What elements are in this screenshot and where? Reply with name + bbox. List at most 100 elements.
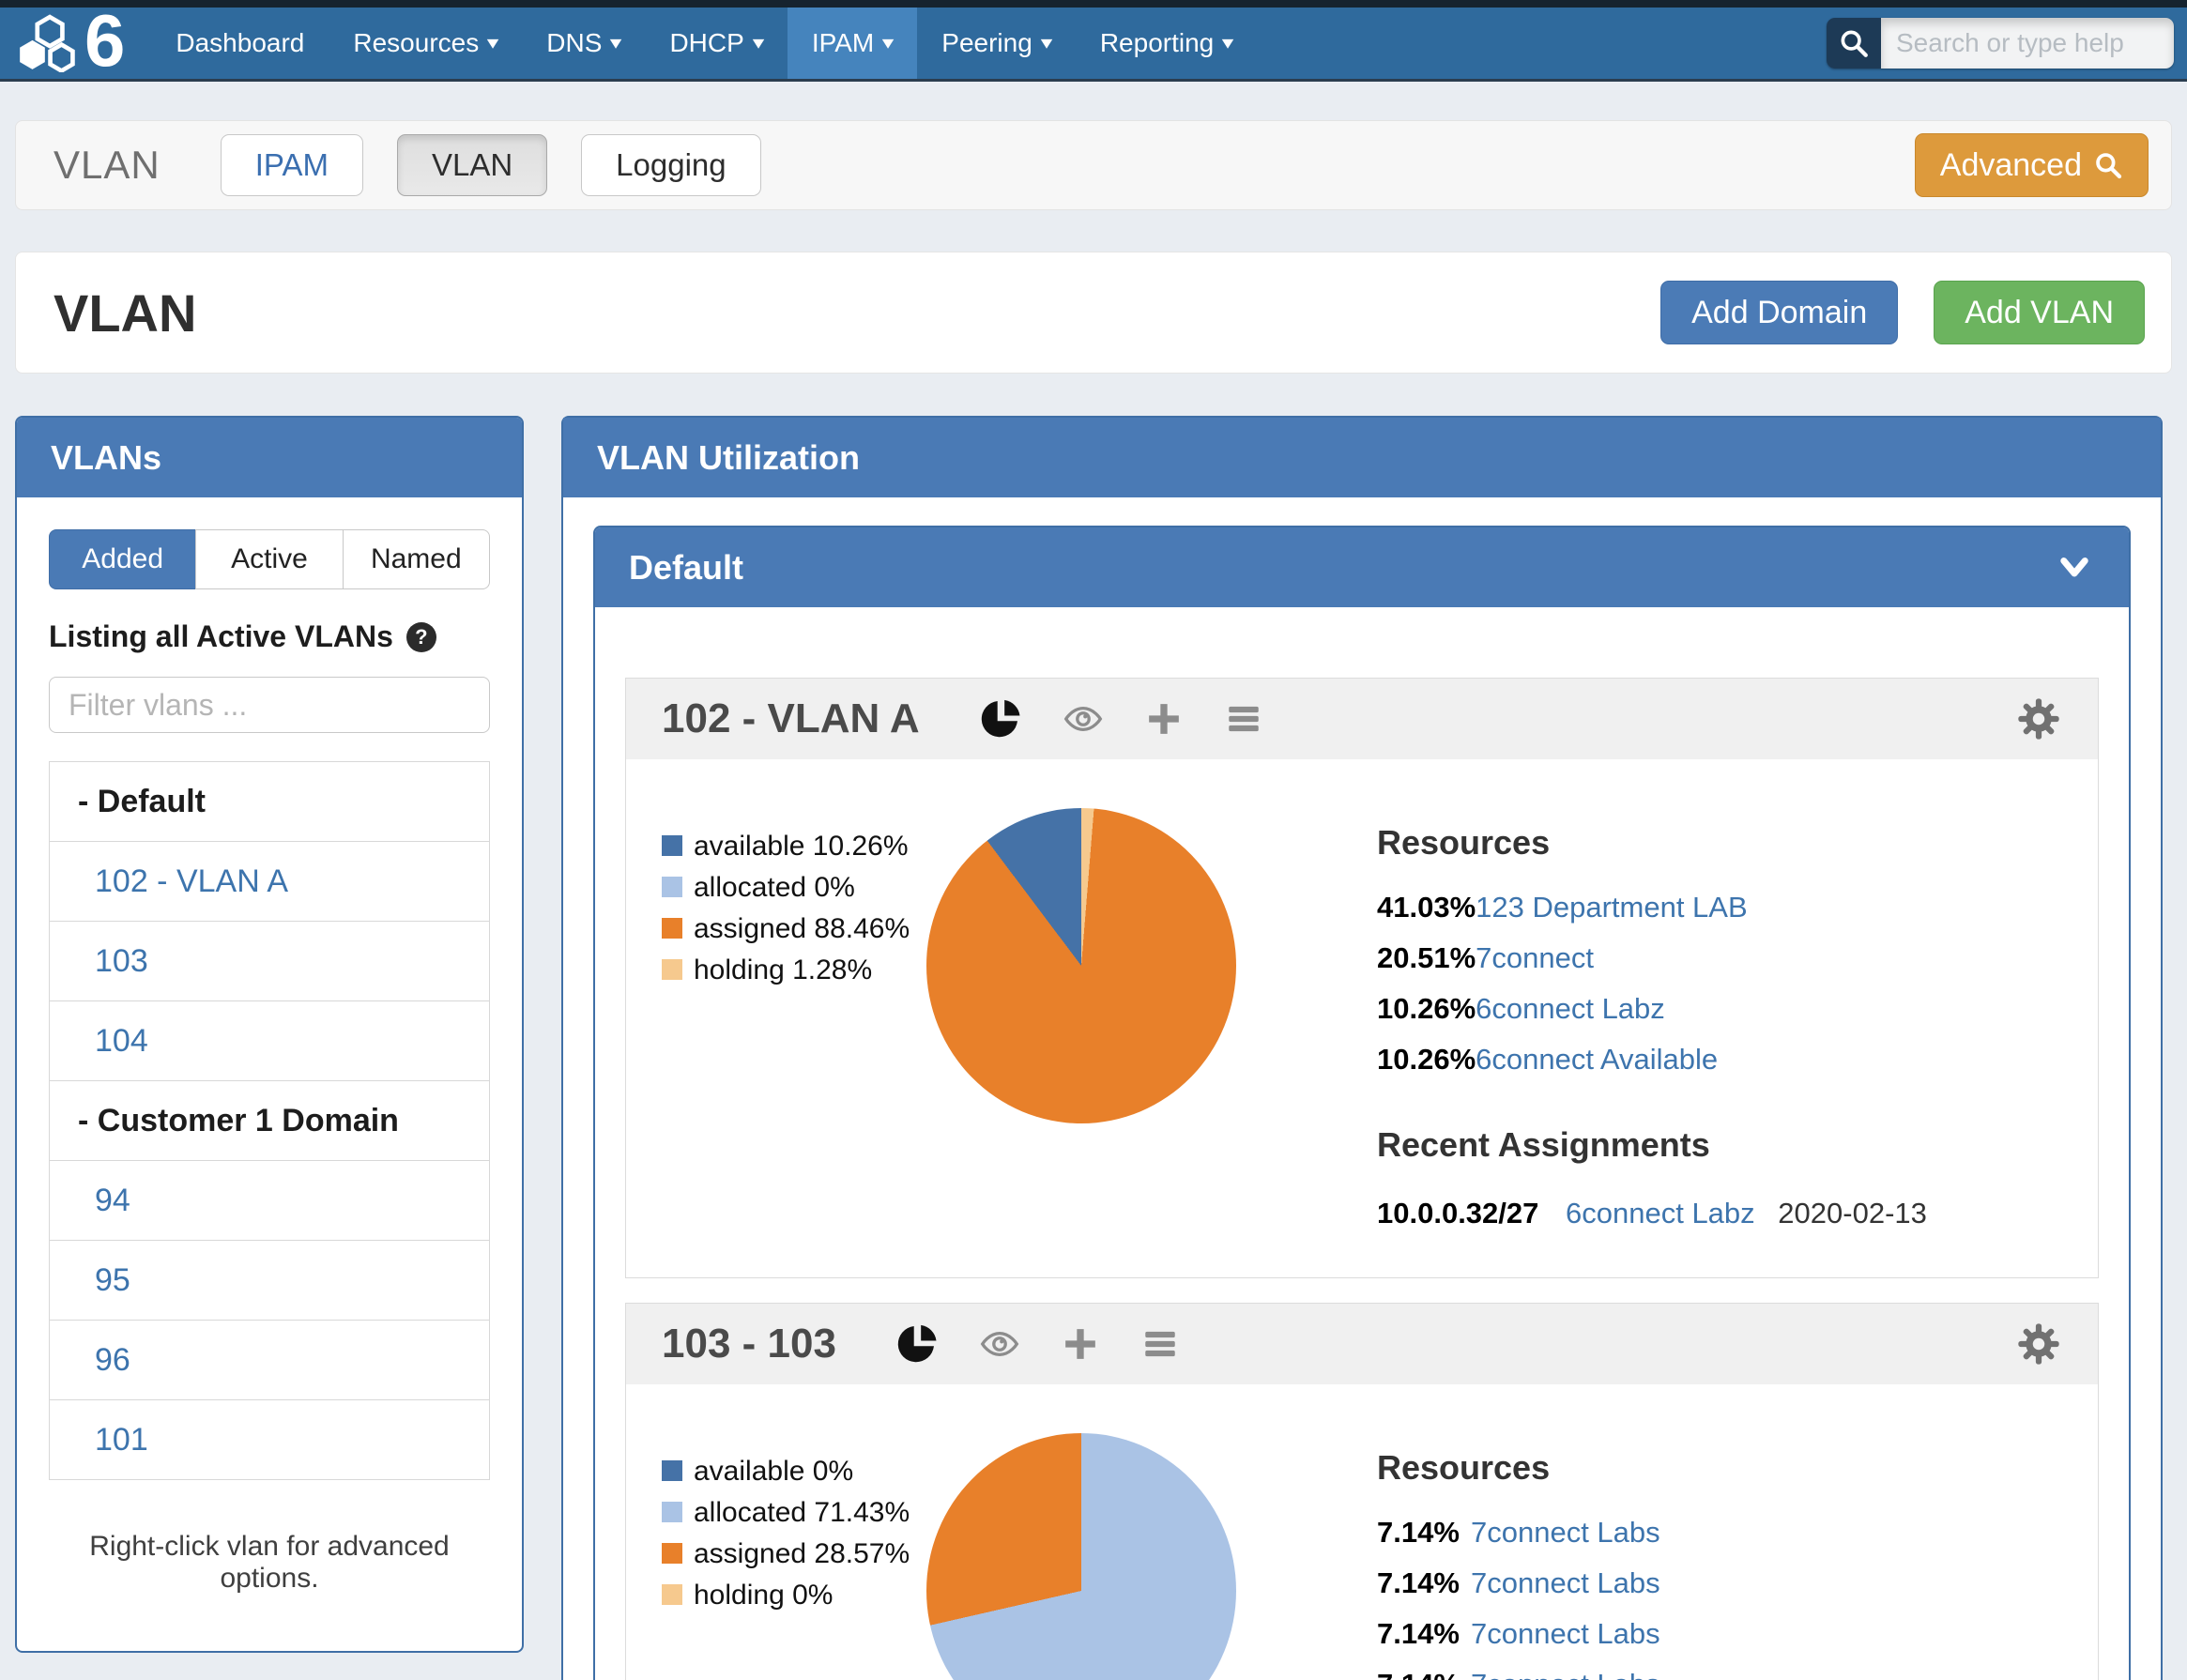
- listing-label: Listing all Active VLANs ?: [49, 619, 490, 654]
- resource-row: 10.26%6connect Available: [1377, 1043, 1927, 1077]
- eye-icon[interactable]: [1063, 698, 1104, 740]
- chevron-down-icon[interactable]: [2057, 551, 2091, 585]
- add-domain-button[interactable]: Add Domain: [1660, 281, 1898, 344]
- help-icon[interactable]: ?: [406, 622, 436, 652]
- tab-added[interactable]: Added: [49, 529, 196, 589]
- tab-named[interactable]: Named: [343, 529, 490, 589]
- resource-row: 41.03%123 Department LAB: [1377, 891, 1927, 924]
- caret-down-icon: ▾: [882, 34, 895, 53]
- nav-ipam[interactable]: IPAM ▾: [788, 8, 917, 79]
- resource-link[interactable]: 123 Department LAB: [1476, 891, 1748, 924]
- vlan-button[interactable]: VLAN: [397, 134, 547, 196]
- assignment-date: 2020-02-13: [1778, 1197, 1927, 1229]
- main-nav: Dashboard Resources ▾ DNS ▾ DHCP ▾ IPAM …: [151, 8, 1257, 79]
- resource-row: 7.14%7connect Labs: [1377, 1617, 1927, 1651]
- pie-chart-icon[interactable]: [895, 1322, 938, 1366]
- page-header-panel: VLAN Add Domain Add VLAN: [15, 252, 2172, 374]
- sidebar-hint: Right-click vlan for advanced options.: [49, 1531, 490, 1595]
- add-vlan-button[interactable]: Add VLAN: [1934, 281, 2145, 344]
- vlan-utilization-header: VLAN Utilization: [563, 418, 2161, 497]
- vlan-utilization-panel: VLAN Utilization Default 102 - VLAN A: [561, 416, 2163, 1680]
- nav-reporting[interactable]: Reporting ▾: [1076, 8, 1257, 79]
- logging-button[interactable]: Logging: [581, 134, 760, 196]
- list-item-vlan[interactable]: 101: [49, 1399, 490, 1480]
- legend-swatch: [662, 1502, 682, 1522]
- menu-bars-icon[interactable]: [1224, 699, 1263, 739]
- eye-icon[interactable]: [979, 1323, 1020, 1365]
- pie-chart-icon[interactable]: [978, 697, 1021, 741]
- menu-bars-icon[interactable]: [1140, 1324, 1180, 1364]
- resource-link[interactable]: 7connect Labs: [1471, 1516, 1660, 1549]
- gear-icon[interactable]: [2015, 1321, 2062, 1367]
- vlan-page: { "nav": { "logo": "6", "items": [ {"lab…: [0, 0, 2187, 1680]
- vlan-section-title: 103 - 103: [662, 1321, 836, 1367]
- nav-peering[interactable]: Peering ▾: [917, 8, 1076, 79]
- page-title: VLAN: [54, 283, 196, 344]
- vlan-filter-tabs: Added Active Named: [49, 529, 490, 589]
- caret-down-icon: ▾: [1222, 34, 1234, 53]
- legend-swatch: [662, 1584, 682, 1605]
- nav-dashboard[interactable]: Dashboard: [151, 8, 329, 79]
- resource-link[interactable]: 7connect Labs: [1471, 1617, 1660, 1650]
- toolbar-buttons: IPAM VLAN Logging: [221, 134, 761, 196]
- plus-icon[interactable]: [1145, 700, 1183, 738]
- nav-resources[interactable]: Resources ▾: [329, 8, 522, 79]
- caret-down-icon: ▾: [1041, 34, 1053, 53]
- domain-group-header[interactable]: Default: [595, 527, 2129, 607]
- logo-six: 6: [84, 12, 125, 69]
- assignment-link[interactable]: 6connect Labz: [1566, 1197, 1755, 1229]
- tab-active[interactable]: Active: [195, 529, 343, 589]
- legend-swatch: [662, 1543, 682, 1564]
- legend-swatch: [662, 835, 682, 856]
- caret-down-icon: ▾: [610, 34, 622, 53]
- context-label: VLAN: [54, 143, 161, 188]
- list-item-vlan[interactable]: 95: [49, 1240, 490, 1321]
- global-search: [1827, 18, 2174, 69]
- list-item-domain: - Customer 1 Domain: [49, 1080, 490, 1161]
- advanced-search-button[interactable]: Advanced: [1915, 133, 2149, 197]
- vlan-section-102-header: 102 - VLAN A: [626, 679, 2098, 759]
- plus-icon[interactable]: [1062, 1325, 1099, 1363]
- vlan-section-103: 103 - 103: [625, 1303, 2099, 1680]
- resource-link[interactable]: 7connect Labs: [1471, 1668, 1660, 1680]
- list-item-vlan[interactable]: 96: [49, 1320, 490, 1400]
- caret-down-icon: ▾: [487, 34, 499, 53]
- list-item-vlan[interactable]: 104: [49, 1000, 490, 1081]
- legend-swatch: [662, 918, 682, 939]
- vlan-section-102: 102 - VLAN A: [625, 678, 2099, 1278]
- app-logo[interactable]: 6: [0, 8, 138, 79]
- resource-link[interactable]: 6connect Available: [1476, 1043, 1718, 1076]
- resource-row: 7.14%7connect Labs: [1377, 1516, 1927, 1550]
- vlan-section-103-header: 103 - 103: [626, 1304, 2098, 1384]
- cidr-block: 10.0.0.32/27: [1377, 1197, 1538, 1229]
- ipam-button[interactable]: IPAM: [221, 134, 363, 196]
- resource-row: 20.51%7connect: [1377, 941, 1927, 975]
- nav-dns[interactable]: DNS ▾: [522, 8, 645, 79]
- resource-link[interactable]: 7connect Labs: [1471, 1566, 1660, 1599]
- filter-vlans-input[interactable]: [49, 677, 490, 733]
- resource-link[interactable]: 6connect Labz: [1476, 992, 1665, 1025]
- pie-legend: available 10.26% allocated 0% assigned 8…: [662, 831, 926, 1230]
- list-item-vlan[interactable]: 94: [49, 1160, 490, 1241]
- list-item-vlan[interactable]: 102 - VLAN A: [49, 841, 490, 922]
- recent-assignments-title: Recent Assignments: [1377, 1125, 1927, 1165]
- section-toolbar: VLAN IPAM VLAN Logging Advanced: [15, 120, 2172, 210]
- vlans-sidebar: VLANs Added Active Named Listing all Act…: [15, 416, 524, 1653]
- list-item-vlan[interactable]: 103: [49, 921, 490, 1001]
- gear-icon[interactable]: [2015, 695, 2062, 742]
- resource-row: 7.14%7connect Labs: [1377, 1566, 1927, 1600]
- pie-legend: available 0% allocated 71.43% assigned 2…: [662, 1456, 926, 1680]
- search-input[interactable]: [1881, 18, 2174, 69]
- recent-assignment-row: 10.0.0.32/27 6connect Labz 2020-02-13: [1377, 1197, 1927, 1230]
- list-item-domain: - Default: [49, 761, 490, 842]
- search-icon: [2093, 150, 2123, 180]
- resources-title: Resources: [1377, 1448, 1927, 1488]
- nav-dhcp[interactable]: DHCP ▾: [645, 8, 787, 79]
- domain-group-default: Default 102 - VLAN A: [593, 526, 2131, 1680]
- vlan-section-title: 102 - VLAN A: [662, 695, 920, 742]
- resource-link[interactable]: 7connect: [1476, 941, 1594, 974]
- search-icon: [1827, 18, 1881, 69]
- utilization-pie-chart: [926, 1433, 1236, 1680]
- caret-down-icon: ▾: [753, 34, 765, 53]
- legend-swatch: [662, 1460, 682, 1481]
